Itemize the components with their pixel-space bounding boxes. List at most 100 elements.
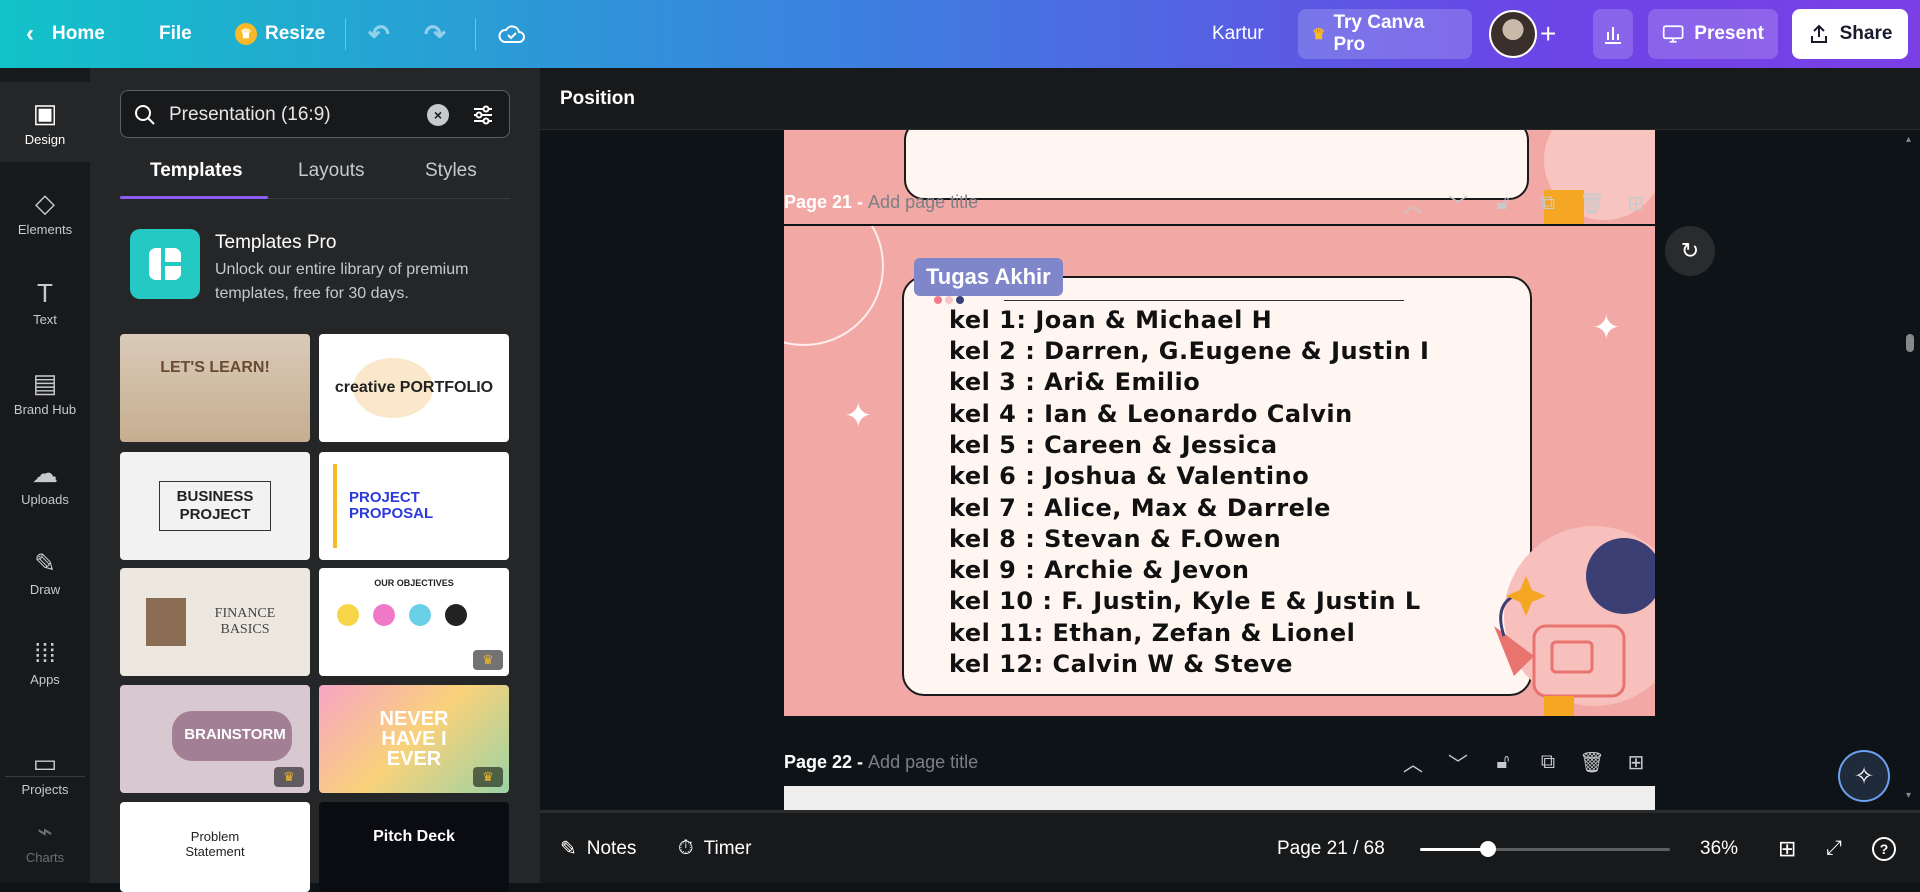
template-thumbnail[interactable]: BUSINESS PROJECT [120, 452, 310, 560]
group-line[interactable]: kel 10 : F. Justin, Kyle E & Justin L [949, 587, 1421, 615]
page-indicator[interactable]: Page 21 / 68 [1277, 813, 1385, 884]
avatar[interactable] [1489, 10, 1537, 58]
clear-icon[interactable]: × [427, 104, 449, 126]
add-page-icon[interactable]: ⊞ [1621, 747, 1651, 777]
rail-item-text[interactable]: T Text [0, 262, 90, 342]
group-line[interactable]: kel 4 : Ian & Leonardo Calvin [949, 400, 1353, 428]
template-thumbnail[interactable]: FINANCE BASICS [120, 568, 310, 676]
rail-label: Projects [21, 781, 69, 797]
template-thumbnail[interactable]: Problem Statement [120, 802, 310, 892]
canvas-area: Position Page 21 - Add page title ︿ ﹀ 🔓︎… [540, 68, 1920, 883]
rail-item-brand-hub[interactable]: ▤ Brand Hub [0, 352, 90, 432]
page-22-title[interactable]: Page 22 - Add page title [784, 752, 978, 773]
template-thumbnail[interactable]: Pitch Deck [319, 802, 509, 892]
zoom-slider[interactable] [1420, 841, 1670, 857]
chevron-up-icon[interactable]: ︿ [1398, 188, 1428, 218]
promo-title[interactable]: Templates Pro [215, 232, 336, 254]
page-21-title[interactable]: Page 21 - Add page title [784, 192, 978, 213]
page-title-placeholder[interactable]: Add page title [868, 192, 978, 212]
template-thumbnail[interactable]: creative PORTFOLIO [319, 334, 509, 442]
share-label: Share [1839, 23, 1893, 44]
group-line[interactable]: kel 2 : Darren, G.Eugene & Justin I [949, 337, 1429, 365]
scroll-thumb[interactable] [1906, 334, 1914, 352]
template-thumbnail[interactable]: BRAINSTORM ♛ [120, 685, 310, 793]
zoom-level[interactable]: 36% [1700, 813, 1738, 884]
tab-styles[interactable]: Styles [425, 160, 477, 182]
group-line[interactable]: kel 8 : Stevan & F.Owen [949, 525, 1281, 553]
group-line[interactable]: kel 12: Calvin W & Steve [949, 650, 1293, 678]
group-line[interactable]: kel 6 : Joshua & Valentino [949, 462, 1309, 490]
analytics-icon[interactable] [1593, 9, 1633, 59]
try-pro-button[interactable]: ♛ Try Canva Pro [1298, 9, 1472, 59]
tab-layouts[interactable]: Layouts [298, 160, 365, 182]
rail-item-charts[interactable]: ⌁ Charts [0, 810, 90, 870]
design-name[interactable]: Kartur [1212, 0, 1264, 68]
fullscreen-icon[interactable]: ⤢ [1826, 813, 1842, 884]
rail-label: Design [24, 131, 66, 147]
rail-item-uploads[interactable]: ☁ Uploads [0, 442, 90, 522]
group-line[interactable]: kel 7 : Alice, Max & Darrele [949, 494, 1331, 522]
search-field[interactable]: Presentation (16:9) × [120, 90, 510, 138]
rail-item-apps[interactable]: ⁞⁞⁞ Apps [0, 622, 90, 702]
trash-icon[interactable]: 🗑︎ [1577, 188, 1607, 218]
sparkle-icon: ✦ [1592, 309, 1621, 347]
add-comment-icon[interactable]: ↻ [1665, 226, 1715, 276]
trash-icon[interactable]: 🗑︎ [1577, 747, 1607, 777]
search-input[interactable]: Presentation (16:9) [169, 104, 331, 126]
chevron-up-icon[interactable]: ︿ [1398, 747, 1428, 777]
present-label: Present [1694, 23, 1764, 44]
home-button[interactable]: ‹ Home [26, 0, 105, 68]
lock-icon[interactable]: 🔓︎ [1488, 747, 1518, 777]
template-title: Pitch Deck [373, 828, 455, 845]
add-collaborator-icon[interactable]: + [1540, 0, 1556, 68]
zoom-slider-knob[interactable] [1479, 841, 1496, 857]
redo-icon[interactable]: ↷ [424, 0, 446, 68]
undo-icon[interactable]: ↶ [368, 0, 390, 68]
grid-view-icon[interactable]: ⊞ [1778, 813, 1796, 884]
cloud-saved-icon[interactable] [498, 0, 526, 68]
template-thumbnail[interactable]: LET'S LEARN! [120, 334, 310, 442]
help-icon[interactable]: ? [1872, 813, 1896, 884]
duplicate-icon[interactable]: ⧉ [1533, 188, 1563, 218]
chevron-down-icon[interactable]: ﹀ [1443, 747, 1473, 777]
template-thumbnail[interactable]: PROJECT PROPOSAL [319, 452, 509, 560]
crown-icon: ♛ [1312, 26, 1326, 43]
templates-pro-icon[interactable] [130, 229, 200, 299]
share-button[interactable]: Share [1792, 9, 1908, 59]
scroll-up-icon[interactable]: ▴ [1906, 134, 1911, 145]
magic-assistant-icon[interactable]: ✧ [1838, 750, 1890, 802]
active-tab-indicator [120, 196, 268, 199]
notes-button[interactable]: ✎ Notes [560, 813, 636, 884]
rail-label: Text [33, 311, 57, 327]
group-line[interactable]: kel 11: Ethan, Zefan & Lionel [949, 619, 1355, 647]
filter-icon[interactable] [471, 103, 495, 127]
template-thumbnail[interactable]: OUR OBJECTIVES ♛ [319, 568, 509, 676]
group-line[interactable]: kel 9 : Archie & Jevon [949, 556, 1249, 584]
rail-item-projects[interactable]: ▭ Projects [0, 732, 90, 812]
vertical-scrollbar[interactable]: ▴ ▾ [1900, 130, 1920, 810]
file-menu-button[interactable]: File [159, 0, 192, 68]
group-line[interactable]: kel 1: Joan & Michael H [949, 306, 1272, 334]
rail-item-draw[interactable]: ✎ Draw [0, 532, 90, 612]
cloud-upload-icon: ☁ [32, 457, 58, 488]
rail-item-design[interactable]: ▣ Design [0, 82, 90, 162]
chevron-down-icon[interactable]: ﹀ [1443, 188, 1473, 218]
timer-button[interactable]: ⏱︎ Timer [678, 813, 751, 884]
notes-label: Notes [586, 837, 637, 859]
template-thumbnail[interactable]: NEVER HAVE I EVER ♛ [319, 685, 509, 793]
resize-button[interactable]: ♛ Resize [235, 0, 325, 68]
add-page-icon[interactable]: ⊞ [1621, 188, 1651, 218]
present-button[interactable]: Present [1648, 9, 1778, 59]
lock-icon[interactable]: 🔓︎ [1488, 188, 1518, 218]
scroll-down-icon[interactable]: ▾ [1906, 790, 1911, 801]
rail-item-elements[interactable]: ◇ Elements [0, 172, 90, 252]
duplicate-icon[interactable]: ⧉ [1533, 747, 1563, 777]
slide-page-22[interactable] [784, 786, 1655, 810]
page-title-placeholder[interactable]: Add page title [868, 752, 978, 772]
group-line[interactable]: kel 5 : Careen & Jessica [949, 431, 1278, 459]
slide-page-21[interactable]: ✦ ✦ Tugas Akhir kel 1: Joan & Michael H … [784, 226, 1655, 716]
position-button[interactable]: Position [560, 88, 635, 110]
group-line[interactable]: kel 3 : Ari& Emilio [949, 368, 1200, 396]
slide-tag[interactable]: Tugas Akhir [914, 258, 1063, 296]
tab-templates[interactable]: Templates [150, 160, 243, 182]
